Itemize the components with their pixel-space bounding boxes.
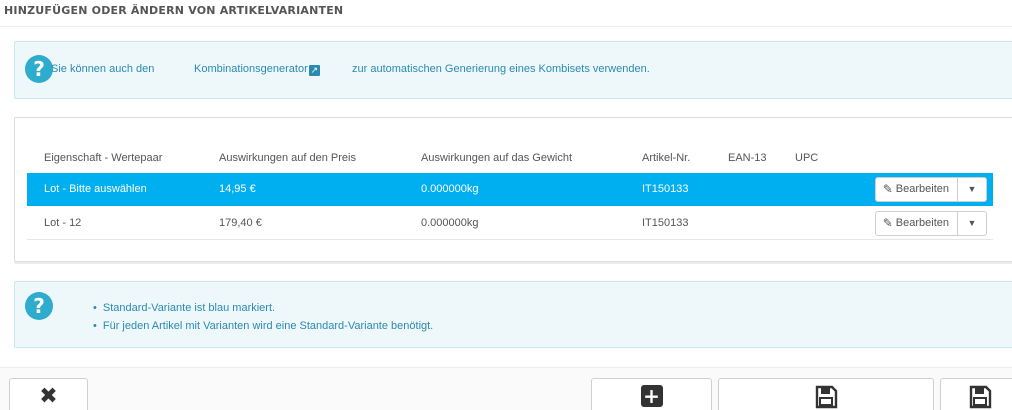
save-button[interactable]	[718, 378, 934, 410]
table-row[interactable]: Lot - 12 179,40 € 0.000000kg IT150133 ✎ …	[27, 207, 993, 240]
row-actions: ✎ Bearbeiten ▼	[874, 211, 987, 236]
row-actions-dropdown[interactable]: ▼	[958, 178, 986, 201]
section-title: HINZUFÜGEN ODER ÄNDERN VON ARTIKELVARIAN…	[4, 4, 344, 17]
row-actions: ✎ Bearbeiten ▼	[874, 177, 987, 202]
info-text-before: Sie können auch den	[51, 63, 155, 75]
help-icon: ?	[25, 292, 53, 320]
plus-square-icon: +	[592, 385, 711, 408]
cell-price: 179,40 €	[219, 217, 262, 229]
save-and-stay-button[interactable]	[940, 378, 1012, 410]
title-divider	[0, 26, 1012, 27]
row-actions-dropdown[interactable]: ▼	[958, 212, 986, 235]
table-row-default[interactable]: Lot - Bitte auswählen 14,95 € 0.000000kg…	[27, 173, 993, 206]
cell-weight: 0.000000kg	[421, 183, 479, 195]
info-text-after: zur automatischen Generierung eines Komb…	[352, 63, 650, 75]
info-box-generator: ? Sie können auch den Kombinationsgenera…	[14, 41, 1012, 99]
combination-generator-link[interactable]: Kombinationsgenerator ↗	[194, 63, 320, 76]
header-weight-impact: Auswirkungen auf das Gewicht	[421, 152, 573, 164]
help-icon: ?	[25, 55, 53, 83]
info-box-default-variant: ? Standard-Variante ist blau markiert. F…	[14, 281, 1012, 348]
footer-toolbar: ✖ +	[0, 367, 1012, 410]
edit-button-label: Bearbeiten	[895, 183, 949, 195]
cell-attribute: Lot - Bitte auswählen	[44, 183, 147, 195]
caret-down-icon: ▼	[967, 184, 977, 194]
close-icon: ✖	[39, 384, 58, 409]
cell-reference: IT150133	[642, 183, 689, 195]
cell-price: 14,95 €	[219, 183, 256, 195]
variants-table-panel: Eigenschaft - Wertepaar Auswirkungen auf…	[14, 117, 1012, 262]
cell-reference: IT150133	[642, 217, 689, 229]
header-upc: UPC	[795, 152, 819, 164]
combination-generator-link-label: Kombinationsgenerator	[194, 63, 308, 75]
edit-button-label: Bearbeiten	[895, 217, 949, 229]
cell-attribute: Lot - 12	[44, 217, 82, 229]
cancel-button[interactable]: ✖	[9, 378, 88, 410]
header-reference: Artikel-Nr.	[642, 152, 691, 164]
header-price-impact: Auswirkungen auf den Preis	[219, 152, 356, 164]
pencil-icon: ✎	[882, 216, 893, 230]
header-ean13: EAN-13	[728, 152, 767, 164]
info-bullets: Standard-Variante ist blau markiert. Für…	[93, 299, 433, 335]
floppy-disk-icon	[719, 385, 933, 410]
table-header: Eigenschaft - Wertepaar Auswirkungen auf…	[15, 148, 1012, 168]
info-bullet: Standard-Variante ist blau markiert.	[93, 299, 433, 317]
edit-button[interactable]: ✎ Bearbeiten	[876, 178, 958, 201]
header-attribute: Eigenschaft - Wertepaar	[44, 152, 163, 164]
pencil-icon: ✎	[882, 182, 893, 196]
caret-down-icon: ▼	[967, 218, 977, 228]
cell-weight: 0.000000kg	[421, 217, 479, 229]
edit-button[interactable]: ✎ Bearbeiten	[876, 212, 958, 235]
external-link-icon: ↗	[308, 65, 320, 76]
floppy-disk-icon	[941, 385, 1012, 410]
add-variant-button[interactable]: +	[591, 378, 712, 410]
info-bullet: Für jeden Artikel mit Varianten wird ein…	[93, 317, 433, 335]
